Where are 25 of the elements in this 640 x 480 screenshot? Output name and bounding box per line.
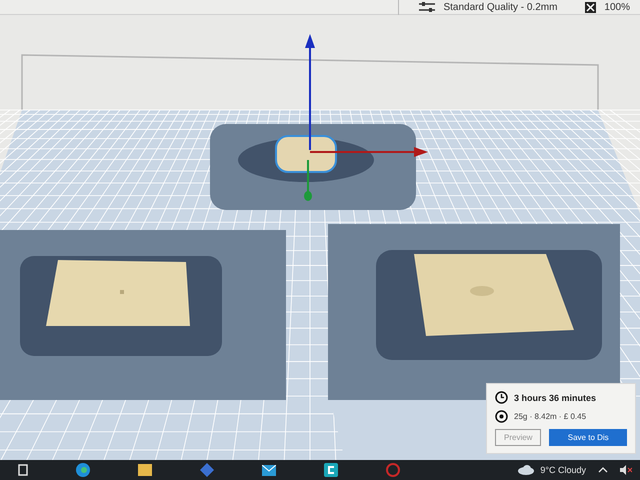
task-view-icon[interactable]: [18, 464, 28, 476]
sliders-icon[interactable]: [419, 2, 436, 12]
weather-label[interactable]: 9°C Cloudy: [540, 465, 586, 475]
print-model[interactable]: [238, 135, 374, 182]
print-model[interactable]: [20, 256, 222, 356]
volume-muted-icon[interactable]: [620, 465, 632, 475]
save-button[interactable]: Save to Dis: [549, 429, 627, 446]
spool-icon: [495, 410, 508, 423]
x-axis-arrow[interactable]: [310, 147, 428, 157]
mail-icon[interactable]: [262, 464, 276, 476]
z-axis-arrow[interactable]: [305, 34, 315, 150]
print-time: 3 hours 36 minutes: [514, 392, 596, 402]
infill-icon: [585, 2, 596, 12]
chevron-up-icon[interactable]: [598, 467, 608, 473]
infill-label: 100%: [604, 2, 630, 12]
material-estimate: 25g · 8.42m · £ 0.45: [514, 412, 586, 421]
y-axis-handle[interactable]: [304, 160, 312, 201]
app-icon[interactable]: [386, 463, 400, 477]
quality-profile-label[interactable]: Standard Quality - 0.2mm: [443, 2, 558, 12]
slicer-icon[interactable]: [324, 463, 338, 477]
browser-icon[interactable]: [76, 463, 90, 477]
print-model[interactable]: [376, 250, 602, 360]
cloud-icon: [518, 465, 534, 475]
app-icon[interactable]: [200, 463, 214, 477]
clock-icon: [495, 391, 508, 404]
